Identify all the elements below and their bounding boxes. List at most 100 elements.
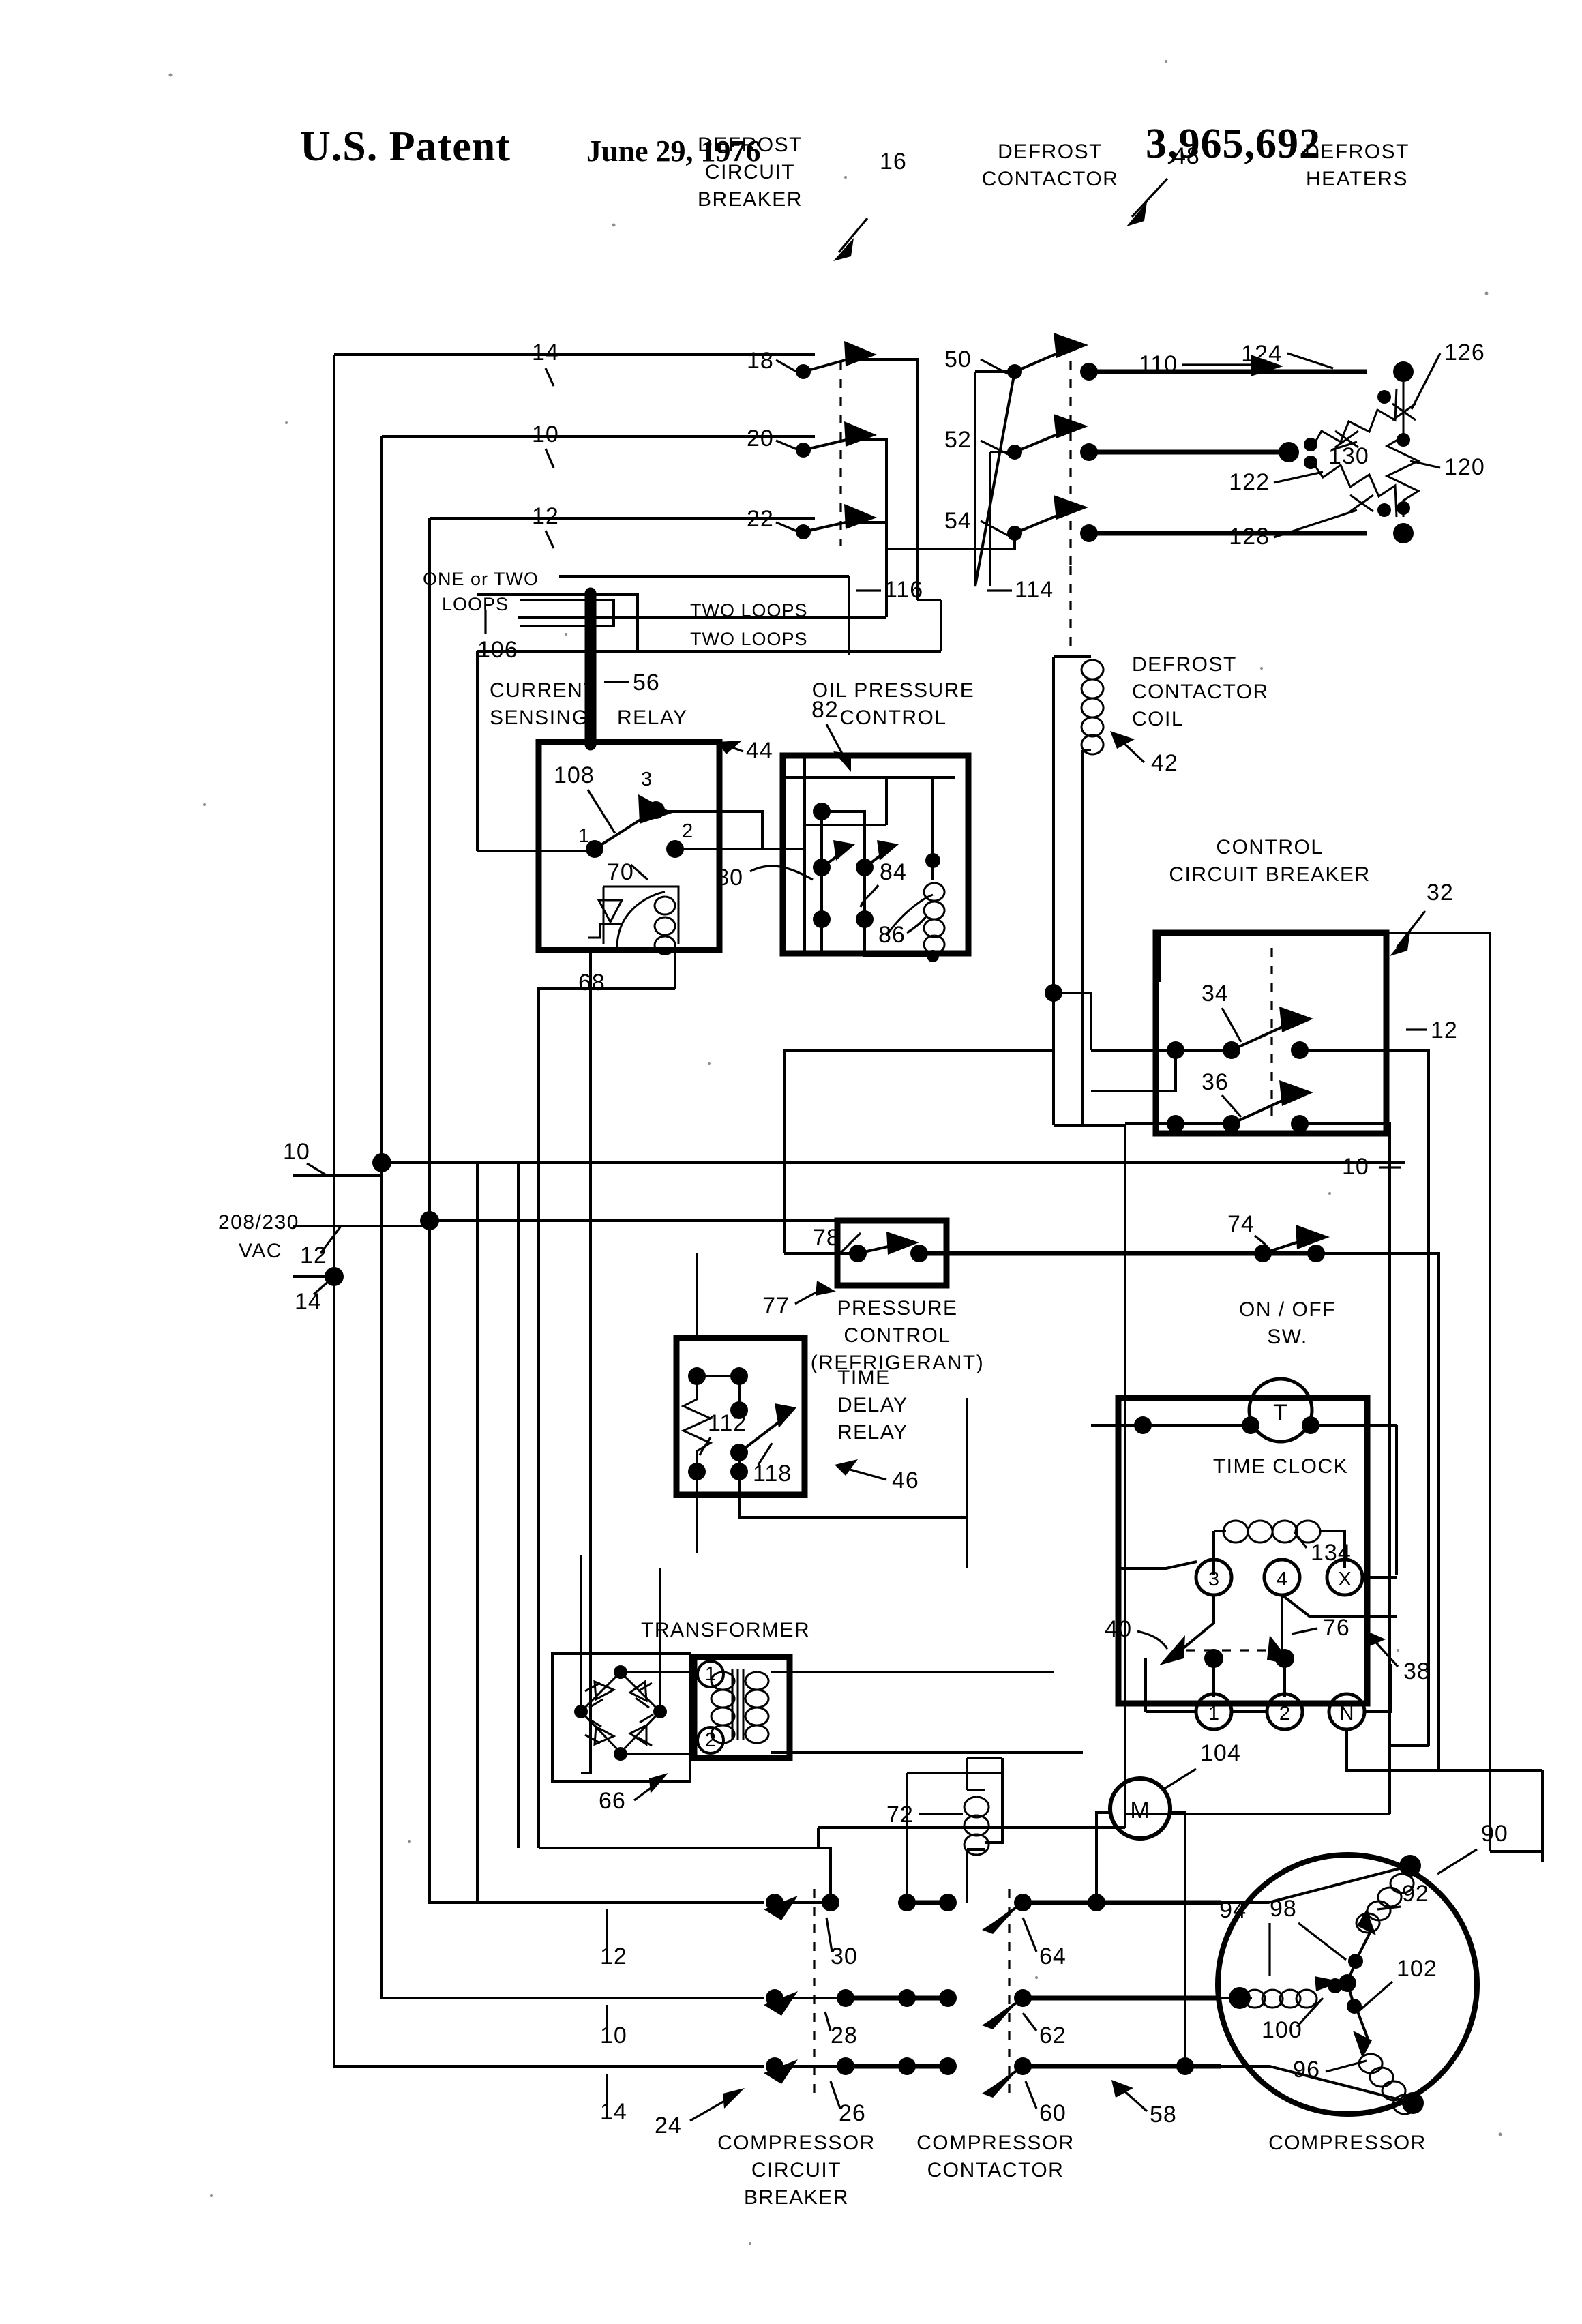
ref-92: 92 [1402,1881,1429,1907]
defrost-contactor[interactable]: DEFROST CONTACTOR 48 50 52 54 [886,140,1367,587]
ref-60: 60 [1039,2100,1066,2126]
one-or-two-loops-label-2: LOOPS [442,594,509,614]
ref-12-left: 12 [300,1242,327,1268]
compressor: 90 92 98 94 100 102 96 COMPRESSOR [1215,1821,1508,2154]
supply-label-1: 208/230 [218,1211,299,1234]
ref-126: 126 [1444,340,1485,366]
csr-terminal-3: 3 [641,769,652,790]
on-off-label-1: ON / OFF [1239,1298,1336,1321]
interconnect-wires [476,777,1544,1903]
ref-128: 128 [1229,524,1270,550]
tc-terminal-1: 1 [1208,1703,1219,1725]
ref-76: 76 [1323,1615,1350,1641]
defrost-cb-label-3: BREAKER [698,188,803,211]
ref-10-left: 10 [283,1139,310,1165]
ref-50: 50 [944,346,972,372]
csr-label-3: RELAY [617,706,688,729]
supply-label-2: VAC [239,1240,282,1262]
ref-96: 96 [1293,2057,1320,2083]
ref-12-bot: 12 [600,1943,627,1969]
tdr-label-3: RELAY [837,1421,908,1444]
ref-77: 77 [762,1293,790,1319]
ref-110: 110 [1139,351,1178,377]
ref-10-ccb: 10 [1342,1154,1369,1180]
opc-label-2: CONTROL [839,706,946,729]
pc-label-3: (REFRIGERANT) [811,1352,985,1374]
defrost-cb-label-1: DEFROST [698,134,803,156]
ccb2-label-2: CIRCUIT [751,2159,841,2181]
ref-14-bot: 14 [600,2099,627,2125]
ref-112: 112 [708,1410,747,1436]
ccb2-label-3: BREAKER [744,2186,849,2209]
ref-58: 58 [1150,2102,1177,2128]
defrost-heaters-label-2: HEATERS [1306,168,1408,190]
tc-terminal-n: N [1340,1703,1354,1725]
dcc-label-1: DEFROST [1132,653,1237,676]
comp-contactor-label-1: COMPRESSOR [916,2132,1075,2154]
ref-42: 42 [1151,750,1178,776]
patent-drawing-page: U.S. Patent June 29, 1976 3,965,692 DEFR… [0,0,1582,2324]
supply-voltage-labels: 10 208/230 VAC 12 14 [218,1139,439,1315]
ref-12-ccb: 12 [1431,1017,1458,1043]
ref-80: 80 [716,865,743,891]
ref-40: 40 [1105,1616,1132,1642]
ccb-label-1: CONTROL [1216,836,1323,859]
ref-44: 44 [746,738,773,764]
dcc-label-3: COIL [1132,708,1184,730]
pc-label-2: CONTROL [844,1324,951,1347]
ref-84: 84 [880,859,907,885]
ref-134: 134 [1311,1540,1352,1566]
ref-114: 114 [1015,577,1054,603]
time-clock-motor-label: T [1273,1400,1288,1426]
ref-74: 74 [1227,1211,1255,1237]
ref-94: 94 [1219,1897,1247,1923]
ref-70: 70 [607,859,634,885]
ccb-label-2: CIRCUIT BREAKER [1169,863,1370,886]
tc-terminal-4: 4 [1277,1568,1287,1590]
ref-12-top: 12 [532,503,559,529]
ref-22: 22 [747,506,774,532]
tdr-label-2: DELAY [837,1394,908,1416]
tc-terminal-2: 2 [1279,1703,1290,1725]
ref-32: 32 [1427,880,1454,906]
defrost-heaters-label-1: DEFROST [1304,140,1409,163]
ref-56: 56 [633,670,660,696]
ref-104: 104 [1200,1740,1241,1766]
ref-30: 30 [831,1943,858,1969]
ref-100: 100 [1262,2017,1302,2043]
ref-34: 34 [1202,981,1229,1007]
compressor-label: COMPRESSOR [1268,2132,1427,2154]
comp-contactor-label-2: CONTACTOR [927,2159,1064,2181]
time-clock[interactable]: T TIME CLOCK 3 4 X 1 2 N 40 76 134 38 [1091,1377,1542,1772]
ref-16: 16 [880,149,907,175]
csr-terminal-2: 2 [682,820,693,842]
one-or-two-loops-label-1: ONE or TWO [423,569,539,589]
wiring-diagram-figure: DEFROST CIRCUIT BREAKER 16 18 20 22 DEFR… [168,60,1544,2245]
ref-62: 62 [1039,2023,1066,2049]
defrost-circuit-breaker[interactable]: DEFROST CIRCUIT BREAKER 16 18 20 22 [698,134,919,600]
transformer-label: TRANSFORMER [641,1619,810,1641]
ref-46: 46 [892,1468,919,1493]
ref-10-bot: 10 [600,2023,627,2049]
ref-28: 28 [831,2023,858,2049]
compressor-contactor[interactable]: 64 62 60 58 COMPRESSOR CONTACTOR [898,1889,1221,2181]
ref-122: 122 [1229,469,1270,495]
csr-terminal-1: 1 [578,825,589,847]
ref-10-top: 10 [532,421,559,447]
ref-52: 52 [944,427,972,453]
ref-48: 48 [1173,143,1200,169]
tdr-label-1: TIME [837,1367,891,1389]
ref-54: 54 [944,508,972,534]
oil-pressure-control[interactable]: OIL PRESSURE CONTROL 80 84 86 [716,679,974,962]
two-loops-b-label: TWO LOOPS [690,629,808,649]
ref-86: 86 [878,922,906,948]
ref-20: 20 [747,426,774,451]
ref-106: 106 [477,637,518,663]
tc-terminal-x: X [1338,1568,1351,1590]
ccb2-label-1: COMPRESSOR [717,2132,876,2154]
ref-108: 108 [554,762,595,788]
ref-68: 68 [578,970,606,996]
tc-terminal-3: 3 [1208,1568,1219,1590]
ref-72: 72 [886,1802,914,1828]
current-sensing-relay[interactable]: CURRENT SENSING RELAY 108 3 1 2 70 68 44… [476,651,886,1037]
